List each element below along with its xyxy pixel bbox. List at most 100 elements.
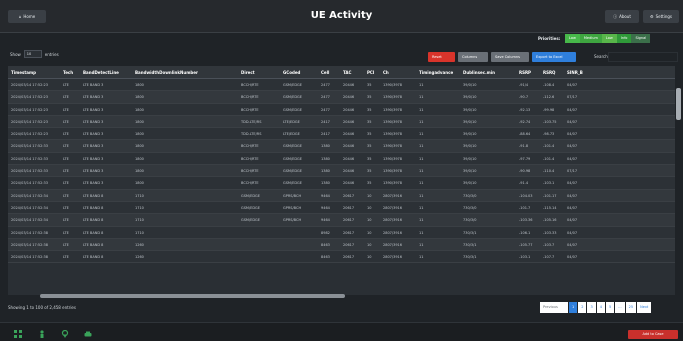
table-row[interactable]: 2024/03/14 17:52:33 LTE LTE BAND 3 1800 BCCH… <box>8 140 675 153</box>
column-header[interactable]: RSRP <box>516 66 540 78</box>
pagination: Previous 1 2 3 4 5… 25 Next <box>540 302 652 313</box>
grid-icon[interactable] <box>14 330 22 338</box>
table-cell: 35 <box>367 181 372 186</box>
table-cell: 04/07 <box>567 107 578 112</box>
table-row[interactable]: 2024/03/14 17:52:34 LTE LTE BAND 8 1710 GSM/… <box>8 189 675 202</box>
table-cell: -101.17 <box>543 193 557 198</box>
table-cell: 35 <box>367 83 372 87</box>
table-cell: LTE <box>63 181 69 186</box>
table-cell: 2807/3916 <box>383 255 402 260</box>
pagination-page[interactable]: 5 <box>605 302 615 313</box>
column-header[interactable]: RSRQ <box>540 66 564 78</box>
pagination-page[interactable]: 2 <box>578 302 587 313</box>
table-cell <box>220 79 238 90</box>
columns-button[interactable]: Columns <box>458 52 488 62</box>
table-cell <box>202 140 220 151</box>
table-cell <box>280 227 318 238</box>
pagination-page[interactable]: 1 <box>569 302 578 313</box>
table-cell <box>238 239 280 250</box>
table-cell: 07/17 <box>567 95 578 100</box>
about-button[interactable]: ⓘ About <box>605 10 639 23</box>
table-cell: 2417 <box>321 119 330 124</box>
column-header[interactable] <box>202 66 220 78</box>
table-row[interactable]: 2024/03/14 17:52:38 LTE LTE BAND 8 1710 8982… <box>8 226 675 239</box>
table-row[interactable]: 2024/03/14 17:52:38 LTE LTE BAND 8 1260 8463… <box>8 251 675 264</box>
horizontal-scrollbar[interactable] <box>40 294 345 298</box>
table-row[interactable]: 2024/03/14 17:52:23 LTE LTE BAND 3 1800 BCCH… <box>8 91 675 104</box>
column-header[interactable]: BandwidthDownlinkNumber <box>132 66 202 78</box>
table-row[interactable]: 2024/03/14 17:52:23 LTE LTE BAND 3 1800 BCCH… <box>8 79 675 92</box>
entries-label: entries <box>44 51 59 57</box>
table-cell <box>220 251 238 262</box>
map-pin-icon[interactable] <box>61 330 69 338</box>
search-input[interactable] <box>608 52 678 62</box>
table-cell: -105.77 <box>519 242 533 247</box>
priority-low-2-button[interactable]: Low <box>601 34 617 43</box>
table-cell <box>220 239 238 250</box>
table-cell: LTE BAND 3 <box>83 107 104 112</box>
column-header[interactable]: Timingadvance <box>416 66 460 78</box>
table-cell: 39/0/10 <box>463 83 477 87</box>
column-header[interactable]: Timestamp <box>8 66 60 78</box>
pagination-page[interactable]: 3 <box>587 302 596 313</box>
column-header[interactable]: Direct <box>238 66 280 78</box>
pagination-previous[interactable]: Previous <box>540 302 568 313</box>
table-cell: 39/0/10 <box>463 181 477 186</box>
column-header[interactable]: Ch <box>380 66 416 78</box>
table-cell: 1800 <box>135 181 144 186</box>
table-row[interactable]: 2024/03/14 17:52:23 LTE LTE BAND 3 1800 TDD-… <box>8 115 675 129</box>
export-excel-button[interactable]: Export to Excel <box>532 52 576 62</box>
table-cell: 11 <box>419 255 424 260</box>
table-row[interactable]: 2024/03/14 17:52:34 LTE LTE BAND 8 1710 GSM/… <box>8 201 675 215</box>
column-header[interactable]: Cell <box>318 66 340 78</box>
table-cell: 2807/3916 <box>383 218 402 223</box>
column-header[interactable]: GCoded <box>280 66 318 78</box>
settings-button[interactable]: ⚙ Settings <box>643 10 679 23</box>
column-header[interactable] <box>220 66 238 78</box>
add-to-case-button[interactable]: Add to Case <box>628 330 678 339</box>
table-row[interactable]: 2024/03/14 17:52:38 LTE LTE BAND 8 1260 8463… <box>8 238 675 252</box>
column-header[interactable]: TAC <box>340 66 364 78</box>
person-icon[interactable] <box>38 330 46 338</box>
table-cell: -97.79 <box>519 156 531 161</box>
column-header[interactable]: PCI <box>364 66 380 78</box>
pagination-page[interactable]: 25 <box>625 302 637 313</box>
table-row[interactable]: 2024/03/14 17:52:33 LTE LTE BAND 3 1800 BCCH… <box>8 165 675 178</box>
column-header[interactable]: SINR_B <box>564 66 588 78</box>
table-row[interactable]: 2024/03/14 17:52:33 LTE LTE BAND 3 1800 BCCH… <box>8 152 675 166</box>
table-cell <box>202 202 220 213</box>
priority-info-button[interactable]: Info <box>616 34 632 43</box>
car-icon[interactable] <box>84 330 92 338</box>
table-row[interactable]: 2024/03/14 17:52:23 LTE LTE BAND 3 1800 TDD-… <box>8 128 675 141</box>
vertical-scrollbar[interactable] <box>676 88 681 120</box>
column-header[interactable]: BandDetectLine <box>80 66 132 78</box>
pagination-page[interactable]: … <box>615 302 625 313</box>
table-cell: 35 <box>367 132 372 137</box>
save-columns-button[interactable]: Save Columns <box>491 52 529 62</box>
table-cell: 35 <box>367 169 372 174</box>
page-length-select[interactable]: 10 <box>23 50 42 58</box>
priority-signal-button[interactable]: Signal <box>631 34 651 43</box>
priority-medium-button[interactable]: Medium <box>579 34 602 43</box>
table-cell: LTE BAND 8 <box>83 218 104 223</box>
table-cell: 39/0/10 <box>463 107 477 112</box>
table-row[interactable]: 2024/03/14 17:52:33 LTE LTE BAND 3 1800 BCCH… <box>8 177 675 190</box>
table-cell: 1800 <box>135 132 144 137</box>
table-cell: 1260 <box>135 255 144 260</box>
column-header[interactable]: Dublinsec.min <box>460 66 516 78</box>
pagination-next[interactable]: Next <box>637 302 652 313</box>
table-row[interactable]: 2024/03/14 17:52:23 LTE LTE BAND 3 1800 BCCH… <box>8 103 675 116</box>
priority-low-button[interactable]: Low <box>565 34 580 43</box>
table-cell: 1710 <box>135 218 144 223</box>
table-cell: LTE <box>63 230 69 235</box>
pagination-page[interactable]: 4 <box>596 302 605 313</box>
table-cell: 1390/3978 <box>383 169 402 174</box>
table-cell: LTE BAND 8 <box>83 205 104 210</box>
table-cell: LTE BAND 3 <box>83 95 104 100</box>
table-cell <box>220 128 238 139</box>
table-row[interactable]: 2024/03/14 17:52:34 LTE LTE BAND 8 1710 GSM/… <box>8 214 675 227</box>
table-cell <box>220 190 238 201</box>
reset-button[interactable]: Reset <box>428 52 455 62</box>
column-header[interactable]: Tech <box>60 66 80 78</box>
table-cell: 1710 <box>135 205 144 210</box>
